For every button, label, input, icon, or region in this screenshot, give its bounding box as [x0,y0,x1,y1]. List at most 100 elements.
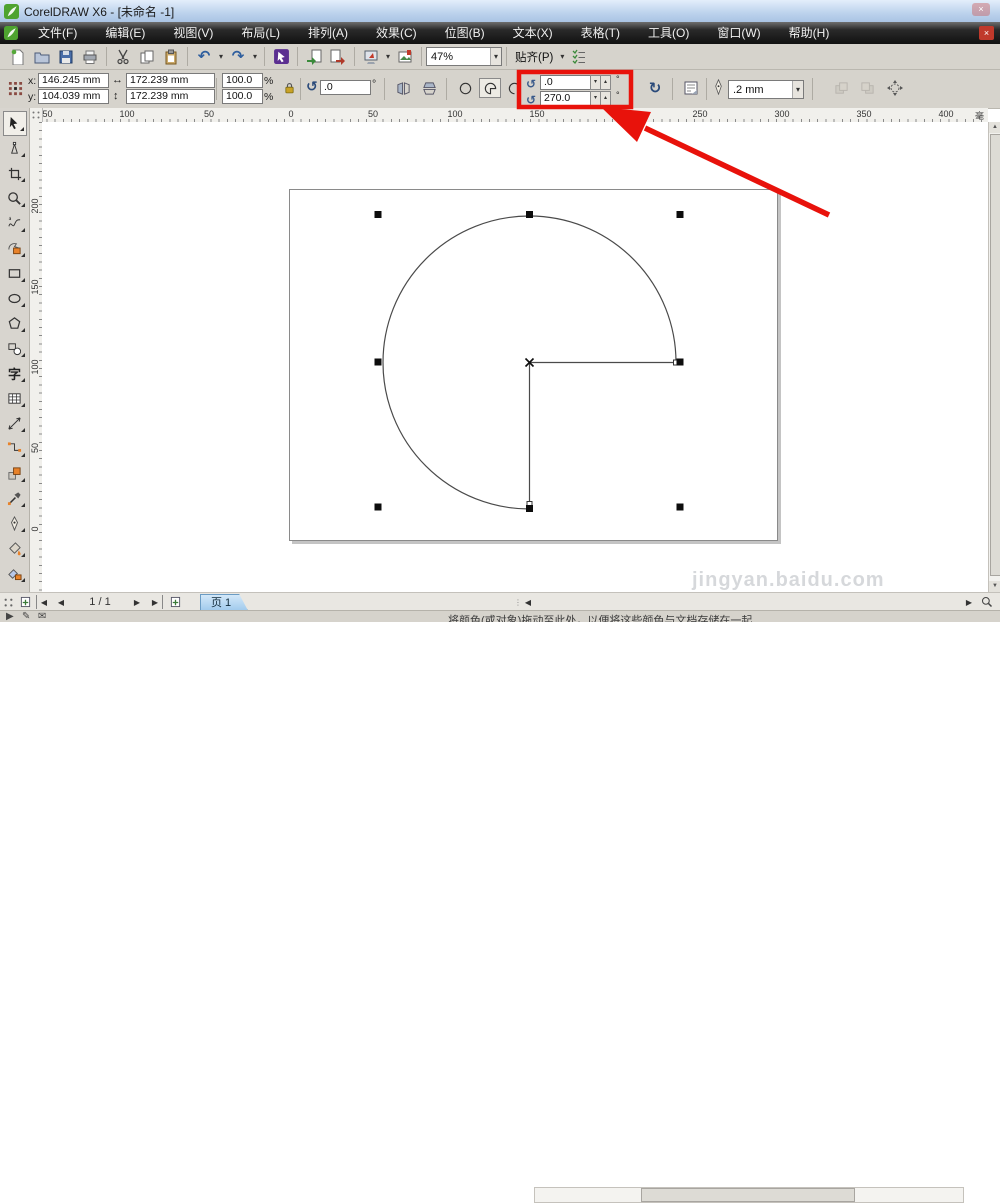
outline-width-combo[interactable]: .2 mm ▾ [728,80,804,99]
page[interactable] [289,189,778,541]
horizontal-ruler[interactable]: 150 100 50 0 50 100 150 200 250 300 350 … [30,108,988,134]
vertical-scrollbar[interactable]: ▲ ▼ [988,122,1000,592]
y-position-field[interactable]: 104.039 mm [38,89,109,104]
fill-tool[interactable] [3,536,27,561]
object-height-field[interactable]: 172.239 mm [126,89,215,104]
menu-text[interactable]: 文本(X) [499,22,567,44]
scroll-up-icon[interactable]: ▲ [989,122,1000,133]
mirror-horizontal-button[interactable] [392,78,414,98]
horizontal-scrollbar[interactable] [534,1187,964,1203]
rectangle-tool[interactable] [3,261,27,286]
blend-tool[interactable] [3,461,27,486]
search-content-button[interactable] [269,46,293,68]
ruler-origin-icon[interactable] [30,108,43,122]
navigator-zoom-button[interactable] [978,595,996,609]
add-page-before-button[interactable] [18,595,32,609]
document-close-icon[interactable]: × [979,26,994,40]
menu-tools[interactable]: 工具(O) [634,22,703,44]
arc-mode-button[interactable] [503,78,525,98]
text-tool[interactable]: 字 [3,361,27,386]
page-tab[interactable]: 页 1 [200,594,248,611]
vertical-scroll-thumb[interactable] [990,134,1000,576]
pie-end-angle-field[interactable]: 270.0 [540,91,591,106]
redo-button[interactable]: ↷ [226,46,250,68]
add-page-after-button[interactable] [168,595,182,609]
window-close-icon[interactable]: × [972,3,990,16]
play-icon[interactable]: ▶ [6,611,14,622]
import-button[interactable] [302,46,326,68]
menu-edit[interactable]: 编辑(E) [91,22,159,44]
application-launcher-button[interactable] [359,46,383,68]
next-page-icon[interactable]: ▶ [130,595,144,609]
undo-dropdown-chevron-icon[interactable]: ▾ [216,52,226,61]
cut-button[interactable] [111,46,135,68]
print-button[interactable] [78,46,102,68]
shape-tool[interactable] [3,136,27,161]
zoom-tool[interactable] [3,186,27,211]
color-eyedropper-tool[interactable] [3,486,27,511]
pie-start-angle-field[interactable]: .0 [540,75,591,90]
pen-icon[interactable]: ✎ [22,611,30,622]
open-button[interactable] [30,46,54,68]
menu-effects[interactable]: 效果(C) [362,22,431,44]
pie-mode-button[interactable] [479,78,501,98]
hscroll-left-icon[interactable]: ◀ [523,595,533,609]
scroll-down-icon[interactable]: ▼ [989,581,1000,592]
first-page-icon[interactable]: ◀ [36,595,51,609]
basic-shapes-tool[interactable] [3,336,27,361]
ellipse-tool[interactable] [3,286,27,311]
scale-y-field[interactable]: 100.0 [222,89,263,104]
snap-options-button[interactable] [567,46,591,68]
change-direction-button[interactable]: ↻ [644,78,666,98]
envelope-icon[interactable]: ✉ [38,611,46,622]
interactive-fill-tool[interactable] [3,561,27,586]
quick-customize-button[interactable] [884,78,906,98]
previous-page-icon[interactable]: ◀ [54,595,68,609]
more-tools-icon[interactable] [2,595,15,609]
wrap-text-button[interactable] [680,78,702,98]
menu-file[interactable]: 文件(F) [24,22,91,44]
object-width-field[interactable]: 172.239 mm [126,73,215,88]
menu-table[interactable]: 表格(T) [567,22,634,44]
ellipse-mode-button[interactable] [454,78,476,98]
scale-x-field[interactable]: 100.0 [222,73,263,88]
snap-dropdown[interactable]: 贴齐(P) [511,49,557,65]
table-tool[interactable] [3,386,27,411]
copy-button[interactable] [135,46,159,68]
zoom-level-combo[interactable]: 47% ▾ [426,47,502,66]
new-document-button[interactable] [6,46,30,68]
snap-chevron-icon[interactable]: ▾ [557,52,567,61]
welcome-screen-button[interactable] [393,46,417,68]
drawing-canvas[interactable]: jingyan.baidu.com [42,122,988,592]
menu-layout[interactable]: 布局(L) [227,22,294,44]
hscroll-right-icon[interactable]: ▶ [964,595,974,609]
crop-tool[interactable] [3,161,27,186]
dimension-tool[interactable] [3,411,27,436]
pick-tool[interactable] [2,111,27,136]
export-button[interactable] [326,46,350,68]
menu-bitmaps[interactable]: 位图(B) [431,22,499,44]
polygon-tool[interactable] [3,311,27,336]
save-button[interactable] [54,46,78,68]
smart-fill-tool[interactable] [3,236,27,261]
rotation-angle-field[interactable]: .0 [320,80,371,95]
splitter-icon[interactable]: ⋮ [514,595,522,609]
launcher-dropdown-chevron-icon[interactable]: ▾ [383,52,393,61]
mirror-vertical-button[interactable] [418,78,440,98]
menu-help[interactable]: 帮助(H) [775,22,844,44]
freehand-tool[interactable] [3,211,27,236]
outline-pen-tool[interactable] [3,511,27,536]
pie-start-spin-up-icon[interactable]: ▴ [600,75,611,90]
redo-dropdown-chevron-icon[interactable]: ▾ [250,52,260,61]
horizontal-scroll-thumb[interactable] [641,1188,855,1202]
menu-view[interactable]: 视图(V) [159,22,227,44]
lock-ratio-icon[interactable] [278,78,300,98]
menu-arrange[interactable]: 排列(A) [294,22,362,44]
connector-tool[interactable] [3,436,27,461]
last-page-icon[interactable]: ▶ [148,595,163,609]
menu-window[interactable]: 窗口(W) [703,22,774,44]
pie-end-spin-up-icon[interactable]: ▴ [600,91,611,106]
x-position-field[interactable]: 146.245 mm [38,73,109,88]
undo-button[interactable]: ↶ [192,46,216,68]
paste-button[interactable] [159,46,183,68]
